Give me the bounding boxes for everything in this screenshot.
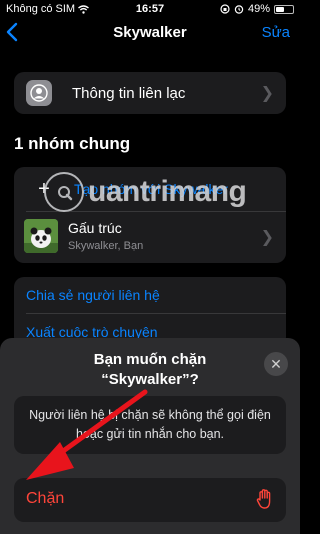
message-line1: Người liên hệ bị chặn sẽ không thể gọi đ… — [29, 408, 271, 422]
navigation-bar: Skywalker Sửa — [0, 20, 300, 46]
watermark-logo: uantrimang — [44, 172, 247, 212]
battery-percent: 49% — [247, 3, 270, 15]
alarm-icon — [234, 5, 244, 14]
watermark-text: uantrimang — [88, 175, 247, 208]
chevron-right-icon: ❯ — [260, 229, 274, 246]
close-icon: ✕ — [270, 356, 282, 372]
chevron-right-icon: ❯ — [260, 85, 274, 102]
share-contact-link[interactable]: Chia sẻ người liên hệ — [26, 287, 160, 303]
watermark-circle-icon — [44, 172, 84, 212]
contact-info-label: Thông tin liên lạc — [72, 84, 186, 102]
status-right: 49% — [220, 3, 294, 15]
sheet-title: Bạn muốn chặn “Skywalker”? — [40, 350, 260, 390]
actions-card: Chia sẻ người liên hệ Xuất cuộc trò chuy… — [14, 277, 286, 347]
hand-raised-icon — [256, 489, 271, 509]
group-row[interactable]: Gấu trúc Skywalker, Bạn ❯ — [14, 213, 286, 261]
group-name: Gấu trúc — [68, 220, 122, 236]
group-avatar — [24, 219, 58, 253]
message-line2: hoặc gửi tin nhắn cho bạn. — [75, 427, 225, 441]
page-title: Skywalker — [113, 24, 187, 41]
person-circle-icon — [26, 80, 52, 106]
close-button[interactable]: ✕ — [264, 352, 288, 376]
battery-icon — [274, 4, 294, 14]
status-bar: Không có SIM 16:57 49% — [0, 0, 300, 20]
contact-info-row[interactable]: Thông tin liên lạc ❯ — [14, 72, 286, 114]
block-label: Chặn — [26, 490, 65, 507]
panda-avatar-image — [24, 219, 58, 253]
groups-section-title: 1 nhóm chung — [14, 134, 131, 153]
divider — [26, 313, 286, 314]
orientation-lock-icon — [220, 4, 230, 14]
sheet-title-line2: “Skywalker”? — [101, 371, 199, 388]
group-members: Skywalker, Bạn — [68, 240, 144, 252]
sheet-title-line1: Bạn muốn chặn — [93, 351, 207, 368]
block-action-sheet: Bạn muốn chặn “Skywalker”? ✕ Người liên … — [0, 338, 300, 534]
block-button[interactable]: Chặn — [14, 478, 286, 522]
block-explanation: Người liên hệ bị chặn sẽ không thể gọi đ… — [14, 396, 286, 454]
edit-button[interactable]: Sửa — [262, 24, 290, 41]
battery-level — [276, 6, 284, 12]
